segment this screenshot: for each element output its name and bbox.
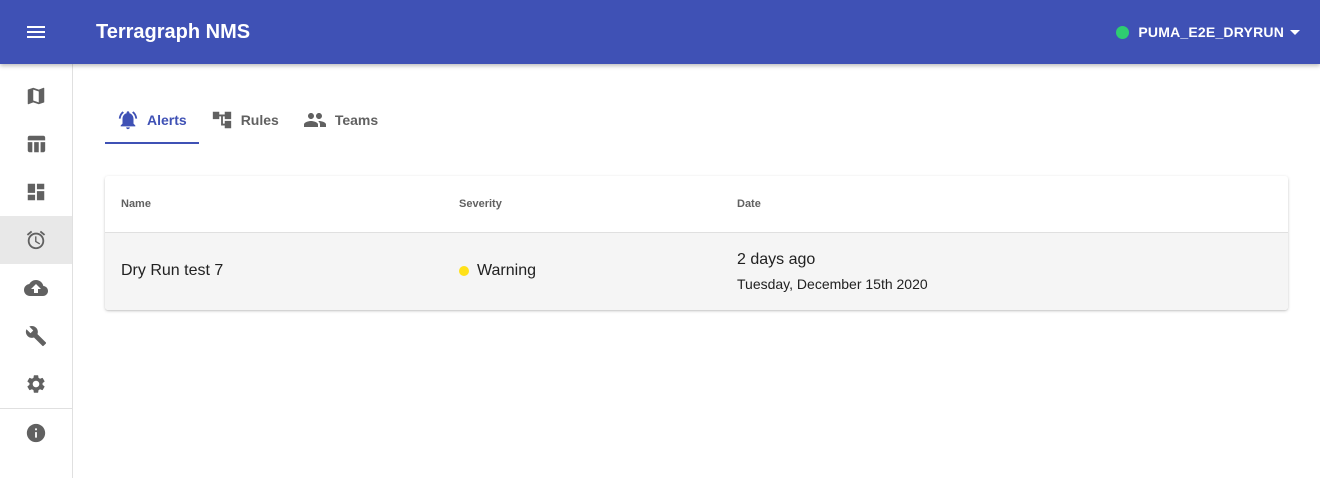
caret-down-icon [1290, 29, 1300, 35]
menu-icon[interactable] [20, 20, 52, 44]
app-bar: Terragraph NMS PUMA_E2E_DRYRUN [0, 0, 1320, 64]
column-header-severity[interactable]: Severity [459, 197, 502, 211]
gear-icon[interactable] [0, 360, 72, 408]
table-header: Name Severity Date [105, 176, 1288, 233]
tab-alerts[interactable]: Alerts [105, 96, 199, 144]
bell-icon [117, 109, 139, 131]
network-name: PUMA_E2E_DRYRUN [1138, 24, 1284, 40]
alert-severity: Warning [459, 261, 536, 281]
tab-label: Alerts [147, 112, 187, 128]
tab-rules[interactable]: Rules [199, 96, 291, 144]
alarm-clock-icon[interactable] [0, 216, 72, 264]
alerts-table: Name Severity Date Dry Run test 7 Warnin… [105, 176, 1288, 310]
severity-label: Warning [477, 262, 536, 279]
column-header-date[interactable]: Date [737, 197, 761, 211]
alerts-tabs: Alerts Rules Teams [105, 96, 390, 144]
tab-label: Rules [240, 112, 279, 128]
table-row[interactable]: Dry Run test 7 Warning 2 days ago Tuesda… [105, 233, 1288, 310]
tab-label: Teams [334, 112, 379, 128]
wrench-icon[interactable] [0, 312, 72, 360]
alert-name: Dry Run test 7 [121, 262, 224, 279]
alert-date-full: Tuesday, December 15th 2020 [737, 276, 928, 292]
app-title: Terragraph NMS [96, 21, 251, 43]
network-status-dot [1116, 25, 1130, 39]
info-icon[interactable] [0, 409, 72, 457]
cloud-upload-icon[interactable] [0, 264, 72, 312]
map-icon[interactable] [0, 72, 72, 120]
hierarchy-icon [211, 109, 233, 131]
table-icon[interactable] [0, 120, 72, 168]
dashboard-icon[interactable] [0, 168, 72, 216]
people-icon [303, 108, 327, 132]
tab-teams[interactable]: Teams [291, 96, 390, 144]
sidebar [0, 64, 73, 478]
column-header-name[interactable]: Name [121, 197, 151, 211]
severity-dot [459, 266, 469, 276]
network-selector[interactable]: PUMA_E2E_DRYRUN [1116, 20, 1300, 44]
alert-date-relative: 2 days ago [737, 251, 816, 268]
